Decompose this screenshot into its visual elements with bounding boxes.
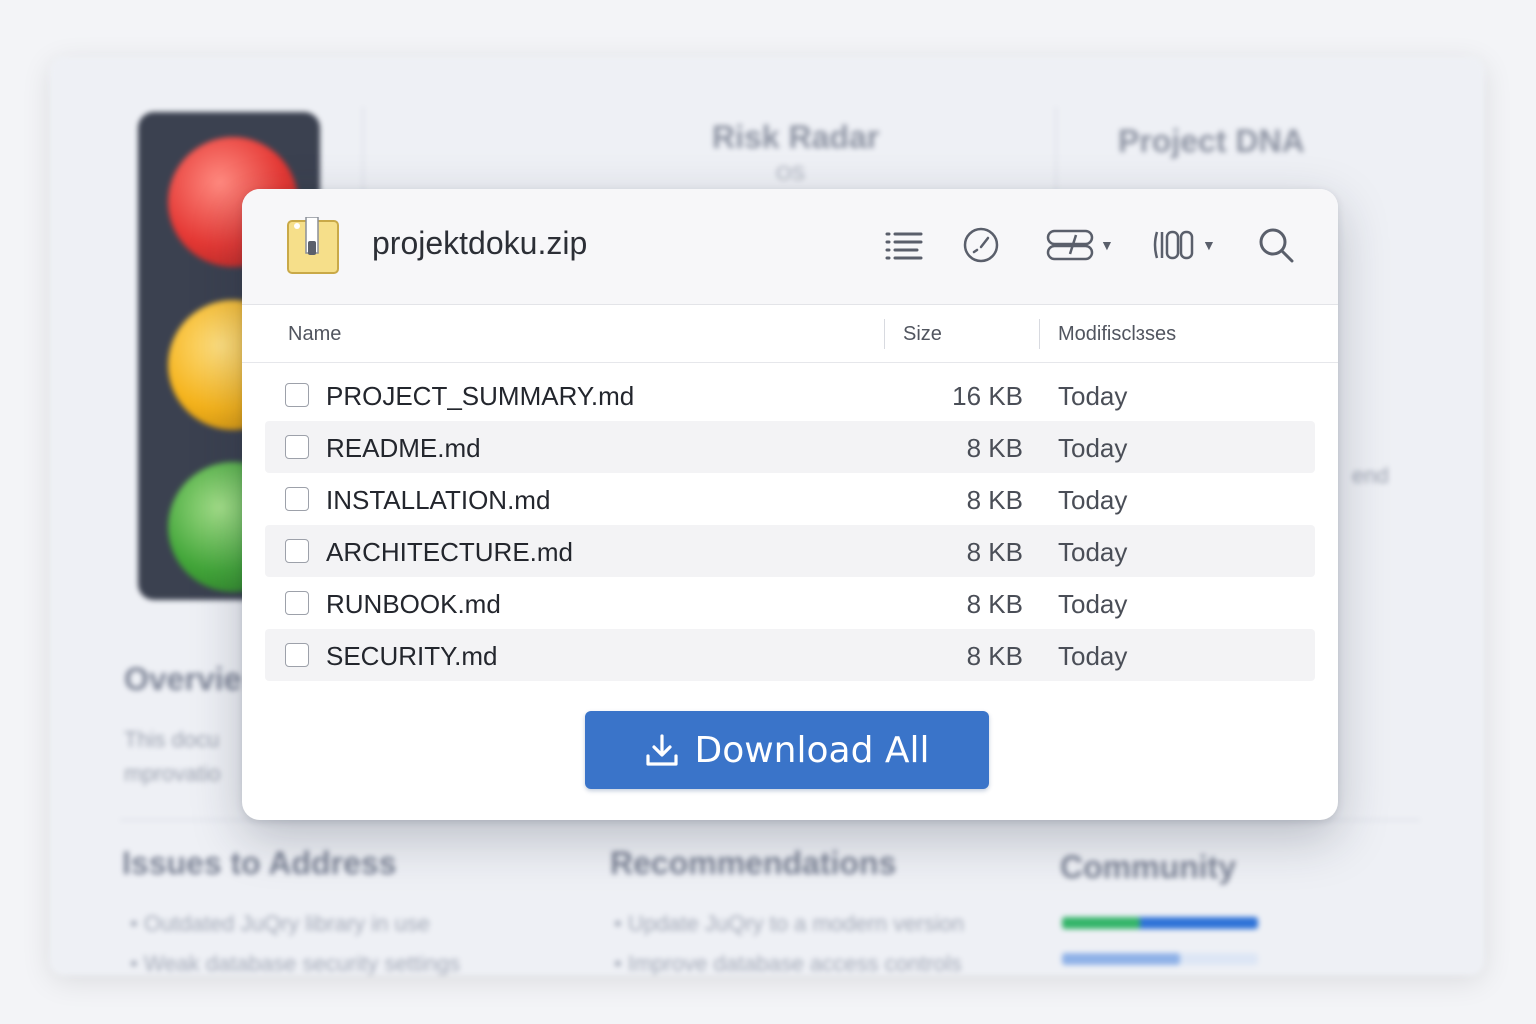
column-separator[interactable] [1039,319,1040,349]
file-checkbox[interactable] [285,591,309,615]
risk-radar-subtitle: OS [776,163,805,185]
download-icon [644,732,680,768]
overview-heading: Overvie [124,661,242,697]
column-header-name[interactable]: Name [288,323,341,346]
community-bar-fill [1062,953,1180,965]
file-size: 8 KB [966,589,1023,619]
column-header-size[interactable]: Size [903,323,942,346]
file-list: PROJECT_SUMMARY.md 16 KB Today README.md… [265,369,1315,681]
zip-archive-icon [286,216,340,275]
list-view-icon [884,230,924,260]
list-view-button[interactable] [884,223,924,267]
community-heading: Community [1060,849,1236,885]
file-size: 16 KB [952,381,1023,411]
column-header-modified[interactable]: Modifisclɜses [1058,323,1176,346]
file-modified: Today [1058,641,1128,671]
toggle-group-dropdown[interactable]: ▼ [1046,223,1114,267]
file-modified: Today [1058,381,1128,411]
archive-title: projektdoku.zip [372,225,588,261]
column-header-row: Name Size Modifisclɜses [242,305,1338,363]
file-checkbox[interactable] [285,643,309,667]
side-text: end [1352,463,1389,488]
chevron-down-icon: ▼ [1202,237,1216,253]
recommendations-heading: Recommendations [610,845,897,881]
issue-item: • Weak database security settings [130,951,461,975]
file-row[interactable]: INSTALLATION.md 8 KB Today [265,473,1315,525]
recommendation-item: • Update JuQry to a modern version [614,911,965,936]
gauge-button[interactable] [962,223,1000,267]
toggle-group-icon [1046,228,1094,262]
columns-icon [1152,228,1196,262]
search-icon [1256,225,1296,265]
file-size: 8 KB [966,641,1023,671]
issue-item: • Outdated JuQry library in use [130,911,430,936]
file-name: RUNBOOK.md [326,589,501,619]
file-modified: Today [1058,433,1128,463]
file-row[interactable]: PROJECT_SUMMARY.md 16 KB Today [265,369,1315,421]
file-checkbox[interactable] [285,435,309,459]
file-modified: Today [1058,589,1128,619]
file-name: PROJECT_SUMMARY.md [326,381,635,411]
gauge-icon [962,226,1000,264]
risk-radar-title: Risk Radar [712,119,880,155]
file-row[interactable]: SECURITY.md 8 KB Today [265,629,1315,681]
overview-text: mprovatio [124,761,221,786]
issues-heading: Issues to Address [122,845,397,881]
file-checkbox[interactable] [285,487,309,511]
file-size: 8 KB [966,485,1023,515]
file-modified: Today [1058,537,1128,567]
dialog-titlebar: projektdoku.zip ▼ ▼ [242,189,1338,305]
file-modified: Today [1058,485,1128,515]
file-size: 8 KB [966,433,1023,463]
file-name: README.md [326,433,481,463]
chevron-down-icon: ▼ [1100,237,1114,253]
archive-dialog: projektdoku.zip ▼ ▼ Name Size Modifisclɜ… [242,189,1338,820]
file-row[interactable]: ARCHITECTURE.md 8 KB Today [265,525,1315,577]
file-row[interactable]: RUNBOOK.md 8 KB Today [265,577,1315,629]
download-all-button[interactable]: Download All [585,711,989,789]
download-all-label: Download All [694,729,930,771]
project-dna-title: Project DNA [1118,123,1305,159]
recommendation-item: • Improve database access controls [614,951,962,975]
file-name: INSTALLATION.md [326,485,551,515]
file-size: 8 KB [966,537,1023,567]
file-name: ARCHITECTURE.md [326,537,574,567]
columns-dropdown[interactable]: ▼ [1152,223,1216,267]
file-checkbox[interactable] [285,539,309,563]
column-separator[interactable] [884,319,885,349]
community-bar-segment [1062,917,1140,929]
overview-text: This docu [124,727,220,752]
file-checkbox[interactable] [285,383,309,407]
search-button[interactable] [1256,223,1296,267]
file-row[interactable]: README.md 8 KB Today [265,421,1315,473]
file-name: SECURITY.md [326,641,498,671]
